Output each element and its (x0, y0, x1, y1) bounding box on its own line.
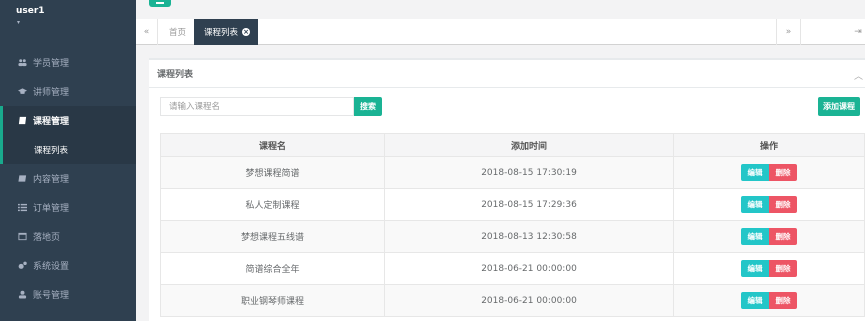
sidebar: user1 ▾ 学员管理 讲师管理 课程管理 课程列表 内容管理 订单管理 落地… (0, 0, 136, 321)
cell-course-name: 简谱综合全年 (160, 252, 385, 285)
user-name[interactable]: user1 (16, 6, 136, 16)
delete-button[interactable]: 删除 (769, 228, 797, 245)
sidebar-item-label: 系统设置 (33, 262, 70, 272)
table-row: 梦想课程五线谱 2018-08-13 12:30:58 编辑 删除 (160, 220, 865, 253)
sidebar-subitem-label: 课程列表 (34, 145, 69, 156)
user-icon (16, 290, 28, 300)
sidebar-subitem-course-list[interactable]: 课程列表 (0, 135, 136, 164)
cell-added-time: 2018-06-21 00:00:00 (384, 252, 674, 285)
cell-course-name: 梦想课程五线谱 (160, 220, 385, 253)
add-course-button[interactable]: 添加课程 (818, 97, 860, 116)
search-input[interactable] (160, 97, 354, 116)
table-row: 简谱综合全年 2018-06-21 00:00:00 编辑 删除 (160, 252, 865, 285)
sidebar-item-students[interactable]: 学员管理 (0, 48, 136, 77)
edit-button[interactable]: 编辑 (741, 228, 769, 245)
table-row: 私人定制课程 2018-08-15 17:29:36 编辑 删除 (160, 188, 865, 221)
tabs-scroll-right-icon[interactable]: » (776, 19, 801, 45)
menu-toggle-button[interactable] (149, 0, 171, 7)
panel-header: 课程列表 ︿ (149, 60, 865, 88)
tabs-scroll-left-icon[interactable]: « (136, 19, 158, 45)
course-table: 课程名 添加时间 操作 梦想课程简谱 2018-08-15 17:30:19 编… (160, 133, 865, 317)
book-open-icon (16, 174, 28, 184)
edit-button[interactable]: 编辑 (741, 292, 769, 309)
delete-button[interactable]: 删除 (769, 292, 797, 309)
sidebar-item-content[interactable]: 内容管理 (0, 164, 136, 193)
users-icon (16, 58, 28, 68)
course-list-panel: 课程列表 ︿ 搜索 添加课程 课程名 添加时间 操作 梦想课程简谱 2018-0… (149, 58, 865, 321)
panel-title: 课程列表 (157, 70, 194, 80)
sidebar-item-label: 讲师管理 (33, 88, 70, 98)
exit-icon[interactable]: ⇥ (851, 19, 865, 45)
edit-button[interactable]: 编辑 (741, 260, 769, 277)
sidebar-item-label: 内容管理 (33, 175, 70, 185)
column-header-time: 添加时间 (384, 133, 674, 157)
table-row: 职业钢琴师课程 2018-06-21 00:00:00 编辑 删除 (160, 284, 865, 317)
column-header-actions: 操作 (673, 133, 865, 157)
sidebar-item-courses[interactable]: 课程管理 (0, 106, 136, 135)
graduation-cap-icon (16, 87, 28, 97)
column-header-name: 课程名 (160, 133, 385, 157)
chevron-up-icon[interactable]: ︿ (854, 69, 863, 82)
book-icon (16, 116, 28, 126)
close-icon[interactable]: × (242, 28, 251, 36)
sidebar-item-label: 学员管理 (33, 59, 70, 69)
table-header-row: 课程名 添加时间 操作 (160, 133, 865, 157)
cell-course-name: 职业钢琴师课程 (160, 284, 385, 317)
cell-actions: 编辑 删除 (673, 252, 865, 285)
tab-label: 首页 (169, 28, 187, 38)
cell-added-time: 2018-08-15 17:30:19 (384, 156, 674, 189)
edit-button[interactable]: 编辑 (741, 196, 769, 213)
sidebar-item-teachers[interactable]: 讲师管理 (0, 77, 136, 106)
caret-down-icon[interactable]: ▾ (17, 19, 136, 26)
window-icon (16, 232, 28, 242)
tab-label: 课程列表 (204, 28, 239, 38)
delete-button[interactable]: 删除 (769, 260, 797, 277)
cell-course-name: 私人定制课程 (160, 188, 385, 221)
list-icon (16, 203, 28, 213)
user-block[interactable]: user1 ▾ (0, 0, 136, 48)
sidebar-item-orders[interactable]: 订单管理 (0, 193, 136, 222)
cell-actions: 编辑 删除 (673, 156, 865, 189)
top-bar (136, 0, 865, 18)
table-row: 梦想课程简谱 2018-08-15 17:30:19 编辑 删除 (160, 156, 865, 189)
cell-actions: 编辑 删除 (673, 284, 865, 317)
tab-course-list[interactable]: 课程列表 × (194, 19, 259, 45)
sidebar-item-landing[interactable]: 落地页 (0, 222, 136, 251)
sidebar-item-label: 课程管理 (33, 117, 70, 127)
hamburger-icon (156, 2, 164, 4)
cell-added-time: 2018-06-21 00:00:00 (384, 284, 674, 317)
tab-home[interactable]: 首页 (159, 19, 196, 45)
sidebar-item-settings[interactable]: 系统设置 (0, 251, 136, 280)
cell-actions: 编辑 删除 (673, 188, 865, 221)
cell-added-time: 2018-08-13 12:30:58 (384, 220, 674, 253)
sidebar-item-label: 落地页 (33, 233, 61, 243)
cell-actions: 编辑 删除 (673, 220, 865, 253)
search-button[interactable]: 搜索 (354, 97, 382, 116)
sidebar-item-accounts[interactable]: 账号管理 (0, 280, 136, 309)
delete-button[interactable]: 删除 (769, 196, 797, 213)
sidebar-item-label: 订单管理 (33, 204, 70, 214)
delete-button[interactable]: 删除 (769, 164, 797, 181)
cell-course-name: 梦想课程简谱 (160, 156, 385, 189)
edit-button[interactable]: 编辑 (741, 164, 769, 181)
cell-added-time: 2018-08-15 17:29:36 (384, 188, 674, 221)
tabs-bar: « 首页 课程列表 × » ⇥ (136, 19, 865, 45)
sidebar-item-label: 账号管理 (33, 291, 70, 301)
cogs-icon (16, 261, 28, 271)
